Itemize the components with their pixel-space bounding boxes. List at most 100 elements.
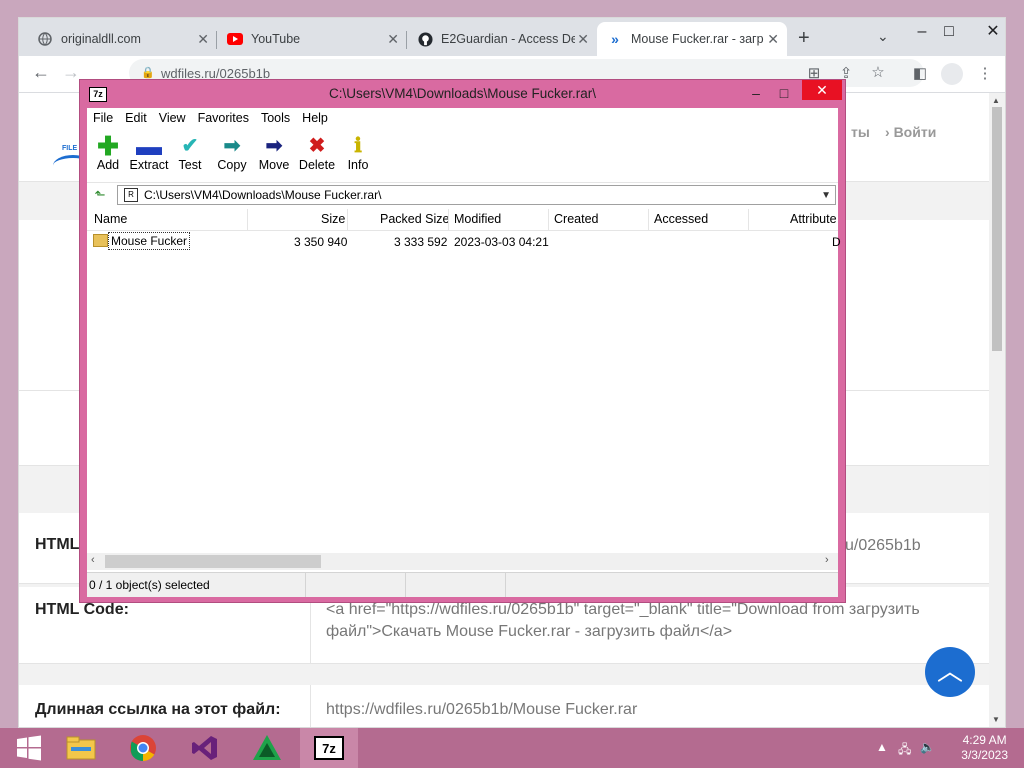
side-panel-icon[interactable]: ◧ <box>909 64 931 82</box>
youtube-icon <box>227 31 243 47</box>
column-modified[interactable]: Modified <box>454 212 501 226</box>
bookmark-star-icon[interactable]: ☆ <box>867 63 889 81</box>
tab-close-icon[interactable]: ✕ <box>197 31 209 48</box>
tab-close-icon[interactable]: ✕ <box>767 31 779 48</box>
login-label: Войти <box>893 124 937 140</box>
tab-wdfiles[interactable]: » Mouse Fucker.rar - загр ✕ <box>597 22 787 56</box>
menu-help[interactable]: Help <box>296 108 334 130</box>
archive-window: 7z C:\Users\VM4\Downloads\Mouse Fucker.r… <box>79 79 846 603</box>
tab-e2guardian[interactable]: E2Guardian - Access De ✕ <box>407 22 597 56</box>
test-label: Test <box>178 158 202 172</box>
column-name[interactable]: Name <box>94 212 127 226</box>
windows-logo-icon <box>17 735 41 761</box>
close-button[interactable]: ✕ <box>802 80 842 100</box>
move-button[interactable]: ➡ Move <box>253 134 295 172</box>
info-button[interactable]: ℹ Info <box>337 134 379 172</box>
scroll-to-top-button[interactable]: ︿ <box>925 647 975 697</box>
taskbar-chrome[interactable] <box>114 728 172 768</box>
volume-icon[interactable]: 🔈 <box>920 740 935 754</box>
archive-client: File Edit View Favorites Tools Help ✚ Ad… <box>87 108 841 597</box>
maximize-icon[interactable]: □ <box>929 18 969 46</box>
taskbar-7zip[interactable]: 7z <box>300 728 358 768</box>
item-size: 3 350 940 <box>294 235 348 249</box>
lock-icon[interactable]: 🔒 <box>141 66 155 79</box>
extract-label: Extract <box>129 158 169 172</box>
add-button[interactable]: ✚ Add <box>87 133 129 172</box>
menu-tools[interactable]: Tools <box>255 108 296 130</box>
page-scrollbar[interactable]: ▲ ▼ <box>989 93 1005 727</box>
archive-path-text: C:\Users\VM4\Downloads\Mouse Fucker.rar\ <box>144 188 382 202</box>
folder-icon <box>93 234 108 247</box>
html-code-value[interactable]: <a href="https://wdfiles.ru/0265b1b" tar… <box>326 599 956 643</box>
long-link-value[interactable]: https://wdfiles.ru/0265b1b/Mouse Fucker.… <box>326 699 637 721</box>
7zip-icon: 7z <box>314 736 344 760</box>
move-label: Move <box>258 158 290 172</box>
tab-title: E2Guardian - Access De <box>441 32 575 46</box>
tab-originaldll[interactable]: originaldll.com ✕ <box>27 22 217 56</box>
column-accessed[interactable]: Accessed <box>654 212 708 226</box>
column-created[interactable]: Created <box>554 212 598 226</box>
item-packed-size: 3 333 592 <box>394 235 448 249</box>
archive-path-field[interactable]: R C:\Users\VM4\Downloads\Mouse Fucker.ra… <box>117 185 836 205</box>
close-icon[interactable]: ✕ <box>973 18 1013 46</box>
folder-up-icon[interactable]: ⬑ <box>91 186 109 204</box>
new-tab-icon[interactable]: + <box>798 27 810 50</box>
item-name[interactable]: Mouse Fucker <box>108 232 191 250</box>
long-link-row: Длинная ссылка на этот файл: https://wdf… <box>19 685 989 727</box>
tab-close-icon[interactable]: ✕ <box>577 31 589 48</box>
show-hidden-icons-icon[interactable]: ▲ <box>876 740 888 754</box>
taskbar-green-app[interactable] <box>238 728 296 768</box>
extract-button[interactable]: ▬ Extract <box>128 131 170 172</box>
clock[interactable]: 4:29 AM 3/3/2023 <box>961 733 1008 763</box>
nav-item[interactable]: ты <box>851 124 870 140</box>
menu-kebab-icon[interactable]: ⋮ <box>974 64 996 82</box>
scroll-left-icon[interactable]: ‹ <box>91 554 95 566</box>
scroll-thumb[interactable] <box>992 107 1002 351</box>
taskbar-visual-studio[interactable] <box>176 728 234 768</box>
horizontal-scrollbar[interactable]: ‹ › <box>87 553 838 570</box>
chevron-up-icon: ︿ <box>936 656 963 686</box>
scroll-up-icon[interactable]: ▲ <box>992 96 1000 105</box>
app-green-icon <box>253 735 281 760</box>
column-size[interactable]: Size <box>321 212 345 226</box>
menu-view[interactable]: View <box>153 108 192 130</box>
tab-search-chevron-icon[interactable]: ⌄ <box>877 28 889 45</box>
extract-icon: ▬ <box>136 131 162 161</box>
tab-youtube[interactable]: YouTube ✕ <box>217 22 407 56</box>
test-icon: ✔ <box>181 135 199 157</box>
menu-favorites[interactable]: Favorites <box>192 108 255 130</box>
profile-avatar[interactable] <box>941 63 963 85</box>
network-icon[interactable]: 🖧 <box>898 740 911 761</box>
menu-file[interactable]: File <box>87 108 119 130</box>
scroll-right-icon[interactable]: › <box>825 554 829 566</box>
start-button[interactable] <box>0 728 58 768</box>
taskbar-file-explorer[interactable] <box>52 728 110 768</box>
html-code-label: HTML Code: <box>35 601 129 618</box>
site-logo[interactable]: FILE <box>62 145 77 152</box>
scroll-down-icon[interactable]: ▼ <box>992 715 1000 724</box>
delete-label: Delete <box>298 158 336 172</box>
svg-text:7z: 7z <box>322 741 336 756</box>
test-button[interactable]: ✔ Test <box>169 134 211 172</box>
menu-edit[interactable]: Edit <box>119 108 153 130</box>
maximize-icon[interactable]: □ <box>768 82 800 104</box>
delete-button[interactable]: ✖ Delete <box>296 134 338 172</box>
list-row[interactable]: Mouse Fucker 3 350 940 3 333 592 2023-03… <box>87 231 841 251</box>
clock-date: 3/3/2023 <box>961 748 1008 762</box>
html-label: HTML <box>35 536 80 553</box>
archive-titlebar[interactable]: 7z C:\Users\VM4\Downloads\Mouse Fucker.r… <box>80 80 845 108</box>
column-attributes[interactable]: Attribute <box>790 212 837 226</box>
copy-button[interactable]: ➡ Copy <box>211 134 253 172</box>
status-text: 0 / 1 object(s) selected <box>89 578 210 592</box>
scroll-thumb[interactable] <box>105 555 321 568</box>
github-icon <box>417 31 433 47</box>
column-packed-size[interactable]: Packed Size <box>380 212 449 226</box>
back-icon[interactable]: ← <box>29 62 53 83</box>
status-bar: 0 / 1 object(s) selected <box>87 572 838 597</box>
menu-bar: File Edit View Favorites Tools Help <box>87 108 838 130</box>
chrome-icon <box>130 735 156 762</box>
chevron-down-icon[interactable]: ▼ <box>821 187 831 205</box>
login-link[interactable]: › Войти <box>885 124 936 140</box>
tab-close-icon[interactable]: ✕ <box>387 31 399 48</box>
html-value[interactable]: u/0265b1b <box>845 535 921 557</box>
